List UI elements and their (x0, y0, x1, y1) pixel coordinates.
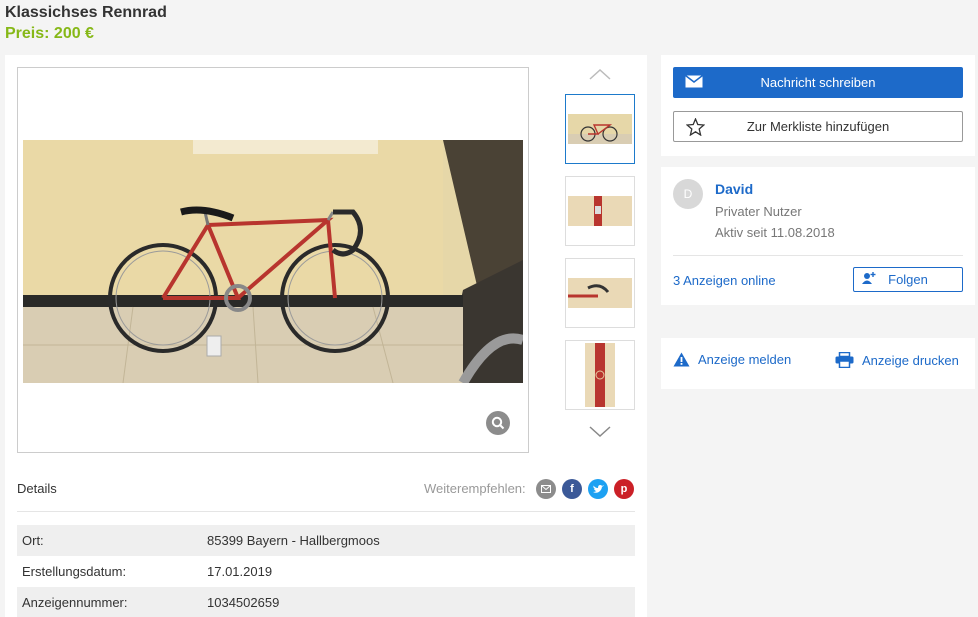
chevron-down-icon[interactable] (588, 425, 612, 439)
avatar: D (673, 179, 703, 209)
seller-card: D David Privater Nutzer Aktiv seit 11.08… (661, 167, 975, 305)
report-ad-link[interactable]: Anzeige melden (673, 352, 791, 367)
detail-value: 85399 Bayern - Hallbergmoos (207, 533, 380, 548)
print-ad-link[interactable]: Anzeige drucken (835, 352, 959, 368)
add-to-watchlist-label: Zur Merkliste hinzufügen (746, 119, 890, 134)
envelope-icon (685, 74, 703, 91)
contact-card: Nachricht schreiben Zur Merkliste hinzuf… (661, 55, 975, 156)
detail-value: 1034502659 (207, 595, 280, 610)
report-card: Anzeige melden Anzeige drucken (661, 338, 975, 389)
detail-value: 17.01.2019 (207, 564, 273, 579)
seller-type: Privater Nutzer (715, 204, 802, 219)
share-label: Weiterempfehlen: (424, 481, 526, 496)
warning-icon (673, 352, 690, 367)
seller-ads-online-link[interactable]: 3 Anzeigen online (673, 273, 776, 288)
report-ad-label: Anzeige melden (698, 352, 792, 367)
follow-label: Folgen (888, 272, 928, 287)
detail-row-location: Ort: 85399 Bayern - Hallbergmoos (17, 525, 635, 556)
gallery-thumbnail[interactable] (565, 176, 635, 246)
twitter-share-icon[interactable] (588, 479, 608, 499)
printer-icon (835, 352, 854, 368)
chevron-up-icon[interactable] (588, 67, 612, 81)
add-user-icon (862, 272, 876, 288)
seller-name-link[interactable]: David (715, 181, 753, 197)
listing-main-card: Details Weiterempfehlen: f p Ort: 85399 … (5, 55, 647, 617)
facebook-share-icon[interactable]: f (562, 479, 582, 499)
gallery-thumbnail[interactable] (565, 94, 635, 164)
seller-divider (673, 255, 963, 256)
main-image-viewer[interactable] (17, 67, 529, 453)
send-message-label: Nachricht schreiben (760, 75, 876, 90)
detail-row-date: Erstellungsdatum: 17.01.2019 (17, 556, 635, 587)
seller-active-since: Aktiv seit 11.08.2018 (715, 225, 835, 240)
main-photo[interactable] (23, 140, 523, 383)
print-ad-label: Anzeige drucken (862, 352, 959, 368)
detail-row-ad-number: Anzeigennummer: 1034502659 (17, 587, 635, 617)
detail-key: Erstellungsdatum: (22, 564, 127, 579)
listing-price: Preis: 200 € (5, 25, 94, 42)
add-to-watchlist-button[interactable]: Zur Merkliste hinzufügen (673, 111, 963, 142)
gallery-thumbnail[interactable] (565, 340, 635, 410)
email-share-icon[interactable] (536, 479, 556, 499)
details-heading: Details (17, 481, 57, 496)
star-icon (685, 117, 706, 139)
detail-key: Ort: (22, 533, 44, 548)
gallery-thumbnail[interactable] (565, 258, 635, 328)
follow-button[interactable]: Folgen (853, 267, 963, 292)
send-message-button[interactable]: Nachricht schreiben (673, 67, 963, 98)
zoom-icon[interactable] (486, 411, 510, 435)
pinterest-share-icon[interactable]: p (614, 479, 634, 499)
detail-key: Anzeigennummer: (22, 595, 128, 610)
details-divider (17, 511, 635, 512)
listing-title: Klassichses Rennrad (5, 4, 167, 21)
